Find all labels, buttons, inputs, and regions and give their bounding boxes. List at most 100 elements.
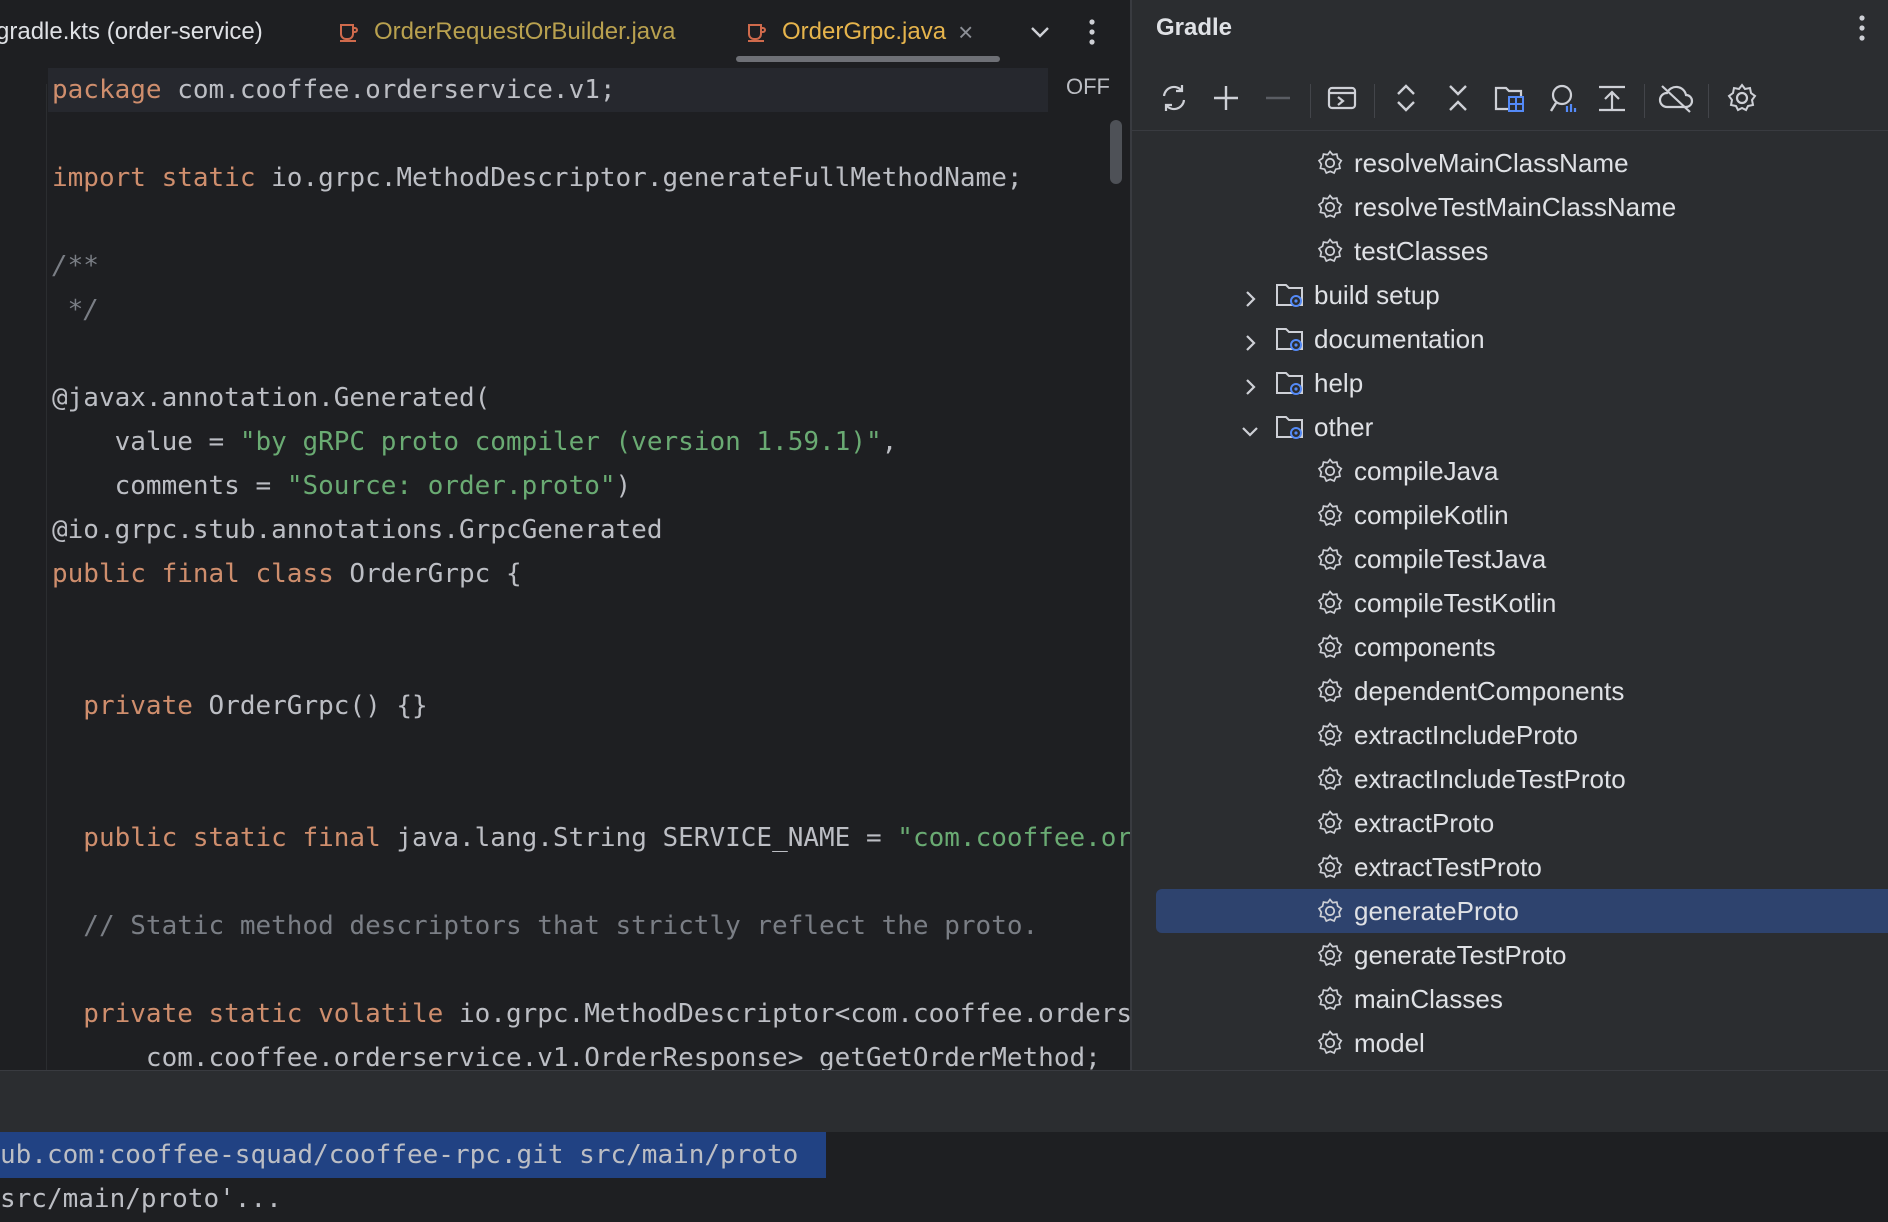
gradle-task-row[interactable]: kotlinSourcesJar: [1132, 131, 1888, 141]
gradle-task-row[interactable]: extractTestProto: [1132, 845, 1888, 889]
collapse-all-icon[interactable]: [1438, 78, 1478, 118]
gear-icon: [1316, 633, 1344, 661]
editor-tab-bar: gradle.kts (order-service) OrderRequestO…: [0, 0, 1130, 64]
gear-icon: [1316, 1029, 1344, 1057]
gradle-task-row[interactable]: model: [1132, 1021, 1888, 1065]
gear-icon[interactable]: [1722, 78, 1762, 118]
code-line: /**: [52, 251, 99, 281]
toolbar-separator: [1310, 84, 1311, 118]
reload-icon[interactable]: [1154, 78, 1194, 118]
gear-icon: [1316, 545, 1344, 573]
task-group-folder-icon: [1274, 323, 1306, 355]
terminal-line: ub.com:cooffee-squad/cooffee-rpc.git src…: [0, 1140, 799, 1170]
task-label: extractTestProto: [1354, 851, 1542, 882]
more-options-icon[interactable]: [1858, 14, 1866, 49]
tab-gradle-kts[interactable]: gradle.kts (order-service): [0, 0, 263, 64]
code-area[interactable]: OFF package com.cooffee.orderservice.v1;…: [0, 64, 1130, 1070]
gradle-title: Gradle: [1156, 14, 1233, 41]
gear-icon: [1316, 809, 1344, 837]
task-label: generateTestProto: [1354, 939, 1567, 970]
tab-order-grpc[interactable]: OrderGrpc.java ×: [746, 0, 973, 64]
task-label: compileTestJava: [1354, 543, 1547, 574]
gear-icon: [1316, 941, 1344, 969]
group-label: documentation: [1314, 323, 1485, 354]
gear-icon: [1316, 193, 1344, 221]
gradle-toolbar: [1132, 64, 1888, 131]
task-label: extractProto: [1354, 807, 1495, 838]
gradle-task-row[interactable]: compileTestJava: [1132, 537, 1888, 581]
scrollbar-thumb[interactable]: [1110, 120, 1122, 184]
expand-all-icon[interactable]: [1386, 78, 1426, 118]
gear-icon: [1316, 721, 1344, 749]
gradle-group-row[interactable]: other: [1132, 405, 1888, 449]
gear-icon: [1316, 237, 1344, 265]
java-class-icon: [340, 24, 358, 42]
tool-window-bar: [0, 1070, 1888, 1133]
execute-task-icon[interactable]: [1322, 78, 1362, 118]
remove-icon[interactable]: [1258, 78, 1298, 118]
gradle-task-row-selected[interactable]: generateProto: [1156, 889, 1888, 933]
gradle-group-row[interactable]: help: [1132, 361, 1888, 405]
chevron-right-icon[interactable]: [1240, 329, 1260, 351]
group-label: other: [1314, 411, 1374, 442]
tab-order-request-or-builder[interactable]: OrderRequestOrBuilder.java: [338, 0, 675, 64]
toolbar-separator: [1708, 84, 1709, 118]
gear-icon: [1316, 589, 1344, 617]
chevron-right-icon[interactable]: [1240, 373, 1260, 395]
gradle-task-row[interactable]: components: [1132, 625, 1888, 669]
gradle-task-row[interactable]: resolveTestMainClassName: [1132, 185, 1888, 229]
gradle-task-row[interactable]: testClasses: [1132, 229, 1888, 273]
task-label: testClasses: [1354, 235, 1489, 266]
gradle-task-row[interactable]: extractIncludeProto: [1132, 713, 1888, 757]
code-line: public static final java.lang.String SER…: [52, 823, 1130, 853]
inspection-off-label[interactable]: OFF: [1066, 74, 1110, 100]
gradle-task-row[interactable]: generateTestProto: [1132, 933, 1888, 977]
chevron-right-icon[interactable]: [1240, 285, 1260, 307]
task-label: resolveMainClassName: [1354, 147, 1629, 178]
gear-icon: [1316, 677, 1344, 705]
code-line: value = "by gRPC proto compiler (version…: [52, 427, 898, 457]
gear-icon: [1316, 131, 1344, 133]
chevron-down-icon[interactable]: [1022, 14, 1058, 50]
gradle-task-row[interactable]: mainClasses: [1132, 977, 1888, 1021]
gradle-task-row[interactable]: extractProto: [1132, 801, 1888, 845]
gear-icon: [1316, 149, 1344, 177]
gradle-task-row[interactable]: compileKotlin: [1132, 493, 1888, 537]
gradle-task-row[interactable]: compileJava: [1132, 449, 1888, 493]
analyze-dependencies-icon[interactable]: [1542, 78, 1582, 118]
task-group-folder-icon: [1274, 411, 1306, 443]
gear-icon: [1316, 897, 1344, 925]
more-options-icon[interactable]: [1074, 14, 1110, 50]
offline-mode-icon[interactable]: [1656, 78, 1696, 118]
task-label: components: [1354, 631, 1496, 662]
code-line: @io.grpc.stub.annotations.GrpcGenerated: [52, 515, 663, 545]
group-modules-icon[interactable]: [1490, 78, 1530, 118]
gear-icon: [1316, 853, 1344, 881]
gradle-group-row[interactable]: build setup: [1132, 273, 1888, 317]
show-build-icon[interactable]: [1592, 78, 1632, 118]
gradle-task-row[interactable]: dependentComponents: [1132, 669, 1888, 713]
editor-pane: gradle.kts (order-service) OrderRequestO…: [0, 0, 1130, 1070]
tab-label: gradle.kts (order-service): [0, 18, 263, 45]
code-line: package com.cooffee.orderservice.v1;: [52, 75, 616, 105]
code-line: // Static method descriptors that strict…: [52, 911, 1039, 941]
gradle-task-row[interactable]: extractIncludeTestProto: [1132, 757, 1888, 801]
task-label: generateProto: [1354, 895, 1519, 926]
gradle-tool-window: Gradle resolveMainClassName resolveTestM…: [1132, 0, 1888, 1070]
terminal-pane[interactable]: ub.com:cooffee-squad/cooffee-rpc.git src…: [0, 1132, 1888, 1214]
gradle-task-row[interactable]: resolveMainClassName: [1132, 141, 1888, 185]
code-line: comments = "Source: order.proto"): [52, 471, 632, 501]
code-line: */: [52, 295, 99, 325]
close-icon[interactable]: ×: [958, 17, 973, 48]
code-line: com.cooffee.orderservice.v1.OrderRespons…: [52, 1043, 1101, 1070]
code-line: private OrderGrpc() {}: [52, 691, 428, 721]
gear-icon: [1316, 457, 1344, 485]
add-icon[interactable]: [1206, 78, 1246, 118]
gradle-task-row[interactable]: compileTestKotlin: [1132, 581, 1888, 625]
task-label: compileKotlin: [1354, 499, 1509, 530]
java-class-icon: [748, 24, 766, 42]
gear-icon: [1316, 985, 1344, 1013]
gradle-group-row[interactable]: documentation: [1132, 317, 1888, 361]
chevron-down-icon[interactable]: [1240, 417, 1260, 437]
task-label: extractIncludeTestProto: [1354, 763, 1626, 794]
